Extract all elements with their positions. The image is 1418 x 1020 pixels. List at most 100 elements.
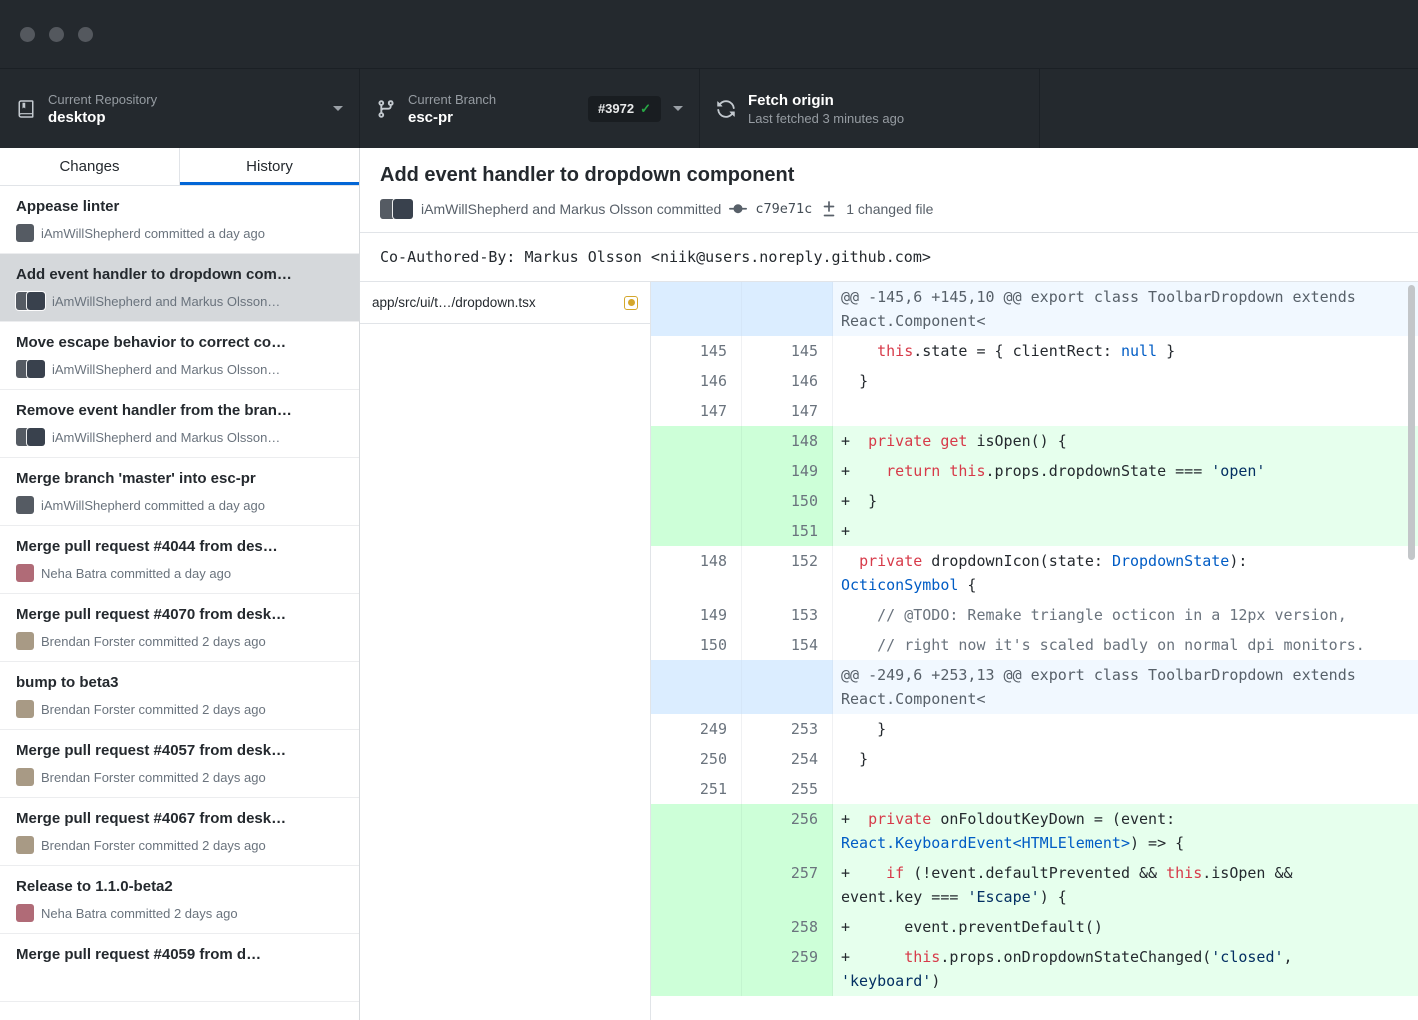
commit-list-title: Merge branch 'master' into esc-pr	[16, 469, 343, 489]
avatar-group	[16, 564, 34, 582]
commit-list-item[interactable]: Merge pull request #4057 from desk…Brend…	[0, 730, 359, 798]
diff-row: 250254 }	[651, 744, 1418, 774]
commit-list-item[interactable]: Merge pull request #4070 from desk…Brend…	[0, 594, 359, 662]
branch-picker-button[interactable]: Current Branch esc-pr #3972 ✓	[360, 69, 700, 148]
commit-list-item[interactable]: Merge pull request #4044 from des…Neha B…	[0, 526, 359, 594]
old-line-number: 150	[651, 630, 742, 660]
avatar-group	[16, 836, 34, 854]
avatar	[16, 496, 34, 514]
titlebar	[0, 0, 1418, 68]
new-line-number	[742, 660, 833, 714]
repository-picker-button[interactable]: Current Repository desktop	[0, 69, 360, 148]
diff-row: 259+ this.props.onDropdownStateChanged('…	[651, 942, 1418, 996]
pr-status-badge: #3972 ✓	[588, 96, 661, 122]
commit-list-item[interactable]: Remove event handler from the bran…iAmWi…	[0, 390, 359, 458]
diff-row: 149153 // @TODO: Remake triangle octicon…	[651, 600, 1418, 630]
commit-list-meta: Brendan Forster committed 2 days ago	[16, 768, 343, 786]
commit-list: Appease linteriAmWillShepherd committed …	[0, 186, 359, 1020]
diff-row: 148152 private dropdownIcon(state: Dropd…	[651, 546, 1418, 600]
changed-files-count: 1 changed file	[846, 201, 933, 217]
old-line-number: 145	[651, 336, 742, 366]
diff-code-line	[833, 396, 1418, 426]
commit-list-byline: iAmWillShepherd committed a day ago	[41, 226, 265, 241]
old-line-number	[651, 486, 742, 516]
commit-list-title: Merge pull request #4059 from d…	[16, 945, 343, 965]
avatar	[16, 700, 34, 718]
new-line-number: 255	[742, 774, 833, 804]
old-line-number	[651, 282, 742, 336]
changed-files-list: app/src/ui/t…/dropdown.tsx	[360, 282, 651, 1020]
commit-list-item[interactable]: bump to beta3Brendan Forster committed 2…	[0, 662, 359, 730]
commit-list-item[interactable]: Merge branch 'master' into esc-priAmWill…	[0, 458, 359, 526]
diff-scrollbar	[1408, 285, 1415, 1017]
new-line-number: 153	[742, 600, 833, 630]
window-minimize-button[interactable]	[49, 27, 64, 42]
git-commit-icon	[729, 200, 747, 218]
avatar	[16, 632, 34, 650]
commit-summary: Add event handler to dropdown component …	[360, 148, 1418, 233]
commit-list-item[interactable]: Merge pull request #4067 from desk…Brend…	[0, 798, 359, 866]
diff-row: @@ -249,6 +253,13 @@ export class Toolba…	[651, 660, 1418, 714]
avatar	[393, 199, 413, 219]
commit-list-item[interactable]: Move escape behavior to correct co…iAmWi…	[0, 322, 359, 390]
diff-row: 256+ private onFoldoutKeyDown = (event: …	[651, 804, 1418, 858]
fetch-origin-text: Fetch origin Last fetched 3 minutes ago	[748, 91, 1023, 127]
commit-list-title: Merge pull request #4067 from desk…	[16, 809, 343, 829]
new-line-number: 256	[742, 804, 833, 858]
tab-changes[interactable]: Changes	[0, 148, 179, 185]
tab-history[interactable]: History	[179, 148, 359, 185]
branch-picker-text: Current Branch esc-pr	[408, 91, 576, 127]
commit-list-item[interactable]: Merge pull request #4059 from d…	[0, 934, 359, 1002]
old-line-number: 249	[651, 714, 742, 744]
diff-code-line: this.state = { clientRect: null }	[833, 336, 1418, 366]
toolbar: Current Repository desktop Current Branc…	[0, 68, 1418, 148]
commit-list-meta: iAmWillShepherd and Markus Olsson…	[16, 292, 343, 310]
commit-list-item[interactable]: Appease linteriAmWillShepherd committed …	[0, 186, 359, 254]
fetch-title: Fetch origin	[748, 91, 1023, 110]
commit-description: Co-Authored-By: Markus Olsson <niik@user…	[360, 233, 1418, 282]
commit-list-meta: iAmWillShepherd committed a day ago	[16, 224, 343, 242]
sidebar: Changes History Appease linteriAmWillShe…	[0, 148, 360, 1020]
new-line-number: 152	[742, 546, 833, 600]
commit-detail-pane: Add event handler to dropdown component …	[360, 148, 1418, 1020]
commit-list-title: Remove event handler from the bran…	[16, 401, 343, 421]
file-list-item[interactable]: app/src/ui/t…/dropdown.tsx	[360, 282, 650, 324]
old-line-number: 149	[651, 600, 742, 630]
new-line-number: 149	[742, 456, 833, 486]
diff-row: 150154 // right now it's scaled badly on…	[651, 630, 1418, 660]
commit-list-title: Add event handler to dropdown com…	[16, 265, 343, 285]
window-close-button[interactable]	[20, 27, 35, 42]
new-line-number: 154	[742, 630, 833, 660]
diff-view: @@ -145,6 +145,10 @@ export class Toolba…	[651, 282, 1418, 1020]
commit-list-item[interactable]: Release to 1.1.0-beta2Neha Batra committ…	[0, 866, 359, 934]
new-line-number: 148	[742, 426, 833, 456]
avatar	[27, 292, 45, 310]
diff-code-line: + if (!event.defaultPrevented && this.is…	[833, 858, 1418, 912]
diff-row: 148+ private get isOpen() {	[651, 426, 1418, 456]
avatar-group	[16, 768, 34, 786]
commit-sha: c79e71c	[755, 201, 812, 217]
commit-list-item[interactable]: Add event handler to dropdown com… iAmWil…	[0, 254, 359, 322]
fetch-origin-button[interactable]: Fetch origin Last fetched 3 minutes ago	[700, 69, 1040, 148]
avatar	[16, 768, 34, 786]
diff-row: 249253 }	[651, 714, 1418, 744]
old-line-number: 147	[651, 396, 742, 426]
diff-code-line: + return this.props.dropdownState === 'o…	[833, 456, 1418, 486]
new-line-number: 259	[742, 942, 833, 996]
diff-code-line: }	[833, 744, 1418, 774]
git-branch-icon	[376, 99, 396, 119]
repository-picker-text: Current Repository desktop	[48, 91, 321, 127]
new-line-number: 254	[742, 744, 833, 774]
old-line-number	[651, 804, 742, 858]
commit-list-meta: Brendan Forster committed 2 days ago	[16, 632, 343, 650]
new-line-number: 146	[742, 366, 833, 396]
scrollbar-thumb[interactable]	[1408, 285, 1415, 560]
window-zoom-button[interactable]	[78, 27, 93, 42]
commit-list-meta: Neha Batra committed 2 days ago	[16, 904, 343, 922]
commit-title: Add event handler to dropdown component	[380, 162, 1398, 188]
branch-label: Current Branch	[408, 91, 576, 108]
commit-list-meta: iAmWillShepherd and Markus Olsson…	[16, 360, 343, 378]
commit-list-byline: Neha Batra committed a day ago	[41, 566, 231, 581]
pr-number: #3972	[598, 101, 634, 116]
commit-byline: iAmWillShepherd and Markus Olsson commit…	[421, 201, 721, 217]
